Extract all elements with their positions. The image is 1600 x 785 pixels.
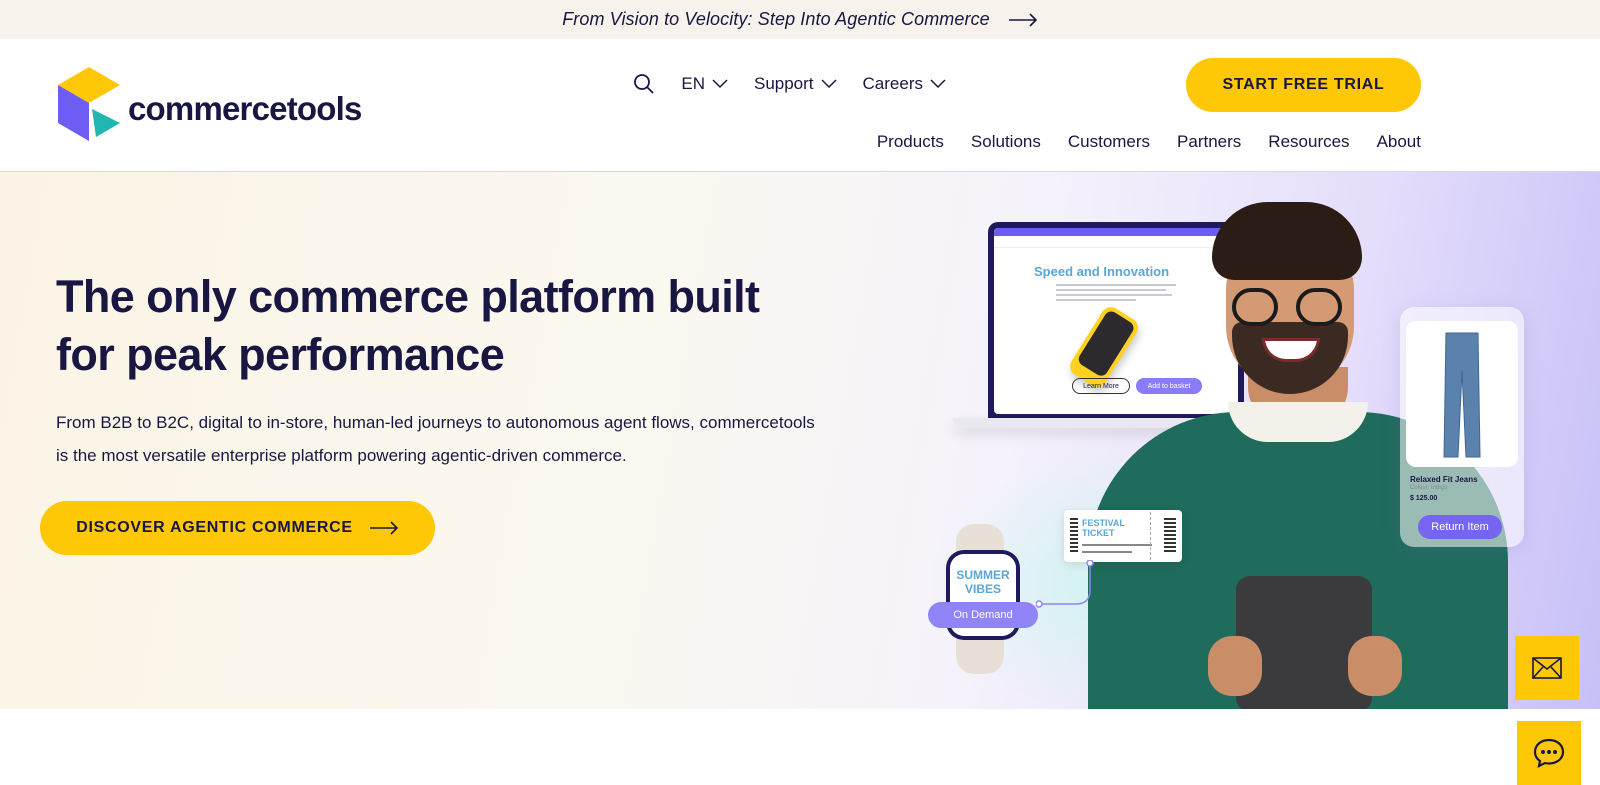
product-price: $ 125.00	[1410, 495, 1438, 502]
return-item-button: Return Item	[1418, 515, 1502, 539]
careers-label: Careers	[862, 74, 923, 93]
connector-line	[1036, 560, 1094, 608]
nav-item-about[interactable]: About	[1377, 132, 1421, 152]
main-nav: Products Solutions Customers Partners Re…	[877, 132, 1421, 152]
barcode-icon	[1164, 518, 1176, 552]
product-card-jeans: Relaxed Fit Jeans Colour: Indigo $ 125.0…	[1400, 307, 1524, 547]
language-label: EN	[681, 74, 705, 93]
chat-button[interactable]	[1517, 721, 1581, 785]
search-icon[interactable]	[633, 73, 655, 95]
ticket-detail-line	[1082, 551, 1132, 553]
start-free-trial-button[interactable]: START FREE TRIAL	[1186, 58, 1421, 112]
laptop-text-lines	[1056, 284, 1176, 304]
contact-mail-button[interactable]	[1515, 636, 1579, 700]
hero-title: The only commerce platform built for pea…	[56, 271, 760, 380]
laptop-mockup: Speed and Innovation Learn More Add to b…	[988, 222, 1244, 420]
laptop-learn-more-button: Learn More	[1072, 378, 1130, 394]
jeans-image	[1406, 321, 1518, 467]
watch-text: SUMMER VIBES	[956, 568, 1010, 596]
laptop-topbar	[994, 228, 1238, 236]
logo[interactable]: commercetools	[56, 65, 362, 145]
announcement-text[interactable]: From Vision to Velocity: Step Into Agent…	[562, 9, 990, 30]
announcement-bar[interactable]: From Vision to Velocity: Step Into Agent…	[0, 0, 1600, 39]
chevron-down-icon	[712, 79, 728, 89]
person-hand-left	[1208, 636, 1262, 696]
utility-nav: EN Support Careers	[633, 72, 946, 96]
tablet-device	[1236, 576, 1372, 709]
hero-section: The only commerce platform built for pea…	[0, 172, 1600, 709]
nav-item-resources[interactable]: Resources	[1268, 132, 1349, 152]
logo-text: commercetools	[128, 90, 362, 127]
chat-icon	[1533, 738, 1565, 768]
nav-item-partners[interactable]: Partners	[1177, 132, 1241, 152]
person-collar	[1228, 402, 1368, 442]
careers-menu[interactable]: Careers	[863, 74, 946, 94]
person-hand-right	[1348, 636, 1402, 696]
site-header: commercetools EN Support Careers START F…	[0, 39, 1600, 172]
product-color: Colour: Indigo	[1410, 485, 1448, 491]
on-demand-pill: On Demand	[928, 602, 1038, 628]
mail-icon	[1532, 657, 1562, 679]
person-hair	[1212, 202, 1362, 280]
support-menu[interactable]: Support	[754, 74, 837, 94]
support-label: Support	[753, 74, 814, 93]
discover-agentic-commerce-button[interactable]: DISCOVER AGENTIC COMMERCE	[40, 501, 435, 555]
language-selector[interactable]: EN	[681, 74, 728, 94]
festival-ticket-card: FESTIVAL TICKET	[1064, 510, 1182, 562]
arrow-right-icon	[369, 521, 398, 535]
jeans-icon	[1443, 332, 1481, 458]
product-name: Relaxed Fit Jeans	[1410, 475, 1478, 484]
ticket-title: FESTIVAL TICKET	[1082, 518, 1125, 538]
nav-item-products[interactable]: Products	[877, 132, 944, 152]
laptop-screen-title: Speed and Innovation	[1034, 264, 1170, 279]
chevron-down-icon	[930, 79, 946, 89]
logo-cube-icon	[58, 67, 120, 141]
arrow-right-icon	[1008, 12, 1037, 27]
hero-cta-label: DISCOVER AGENTIC COMMERCE	[76, 519, 353, 536]
glasses-left-lens	[1232, 288, 1278, 326]
laptop-add-to-basket-button: Add to basket	[1136, 378, 1202, 394]
nav-item-solutions[interactable]: Solutions	[971, 132, 1041, 152]
ticket-perforation	[1150, 512, 1151, 560]
hero-subtitle: From B2B to B2C, digital to in-store, hu…	[56, 413, 815, 465]
laptop-screen: Speed and Innovation Learn More Add to b…	[994, 228, 1238, 414]
glasses-right-lens	[1296, 288, 1342, 326]
laptop-nav	[994, 236, 1238, 248]
ticket-detail-line	[1082, 544, 1152, 546]
nav-item-customers[interactable]: Customers	[1068, 132, 1150, 152]
chevron-down-icon	[821, 79, 837, 89]
barcode-icon	[1070, 518, 1078, 552]
